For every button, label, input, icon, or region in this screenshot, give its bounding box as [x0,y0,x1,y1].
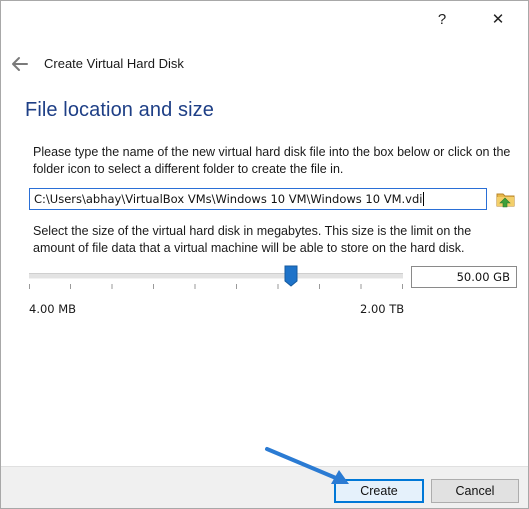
file-path-text: C:\Users\abhay\VirtualBox VMs\Windows 10… [34,192,423,206]
location-instructions: Please type the name of the new virtual … [33,145,511,176]
folder-icon[interactable] [495,188,517,210]
help-button[interactable]: ? [419,5,465,33]
section-heading: File location and size [25,99,214,121]
size-slider-thumb[interactable] [284,265,298,287]
file-path-input[interactable]: C:\Users\abhay\VirtualBox VMs\Windows 10… [29,188,487,210]
range-min-label: 4.00 MB [29,302,77,316]
create-button[interactable]: Create [334,479,424,503]
size-slider-track[interactable] [29,273,403,279]
back-arrow-icon[interactable] [10,54,30,74]
wizard-title: Create Virtual Hard Disk [44,56,184,71]
size-input[interactable]: 50.00 GB [411,266,517,288]
create-virtual-hard-disk-dialog: ? ✕ Create Virtual Hard Disk File locati… [0,0,529,509]
text-caret [423,192,425,206]
size-instructions: Select the size of the virtual hard disk… [33,224,472,255]
range-max-label: 2.00 TB [360,302,405,316]
cancel-button[interactable]: Cancel [431,479,519,503]
size-slider-ticks [29,284,403,289]
close-button[interactable]: ✕ [475,5,521,33]
